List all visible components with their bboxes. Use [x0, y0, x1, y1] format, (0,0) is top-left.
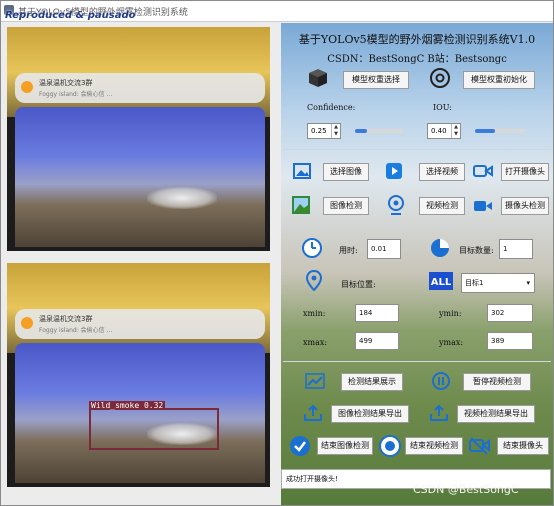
ymax-label: ymax: [439, 338, 464, 347]
chat-app-icon [21, 81, 33, 93]
confidence-label: Confidence: [307, 103, 356, 112]
end-video-detect-button[interactable]: 结束视频检测 [405, 437, 463, 455]
upload-icon [304, 404, 322, 421]
webcam-icon [388, 195, 404, 215]
stop-circle-icon [379, 435, 401, 457]
title-bar: 基于YOLOv5模型的野外烟雾检测识别系统 Reproduced & pausa… [1, 1, 553, 22]
xmax-field[interactable]: 499 [355, 332, 399, 350]
select-image-button[interactable]: 选择图像 [323, 163, 369, 181]
detection-label: Wild_smoke 0.32 [89, 401, 166, 410]
pause-icon [432, 372, 450, 390]
time-field[interactable]: 0.01 [367, 239, 401, 259]
image-detect-button[interactable]: 图像检测 [323, 197, 369, 215]
position-label: 目标位置: [341, 280, 376, 289]
video-frame [15, 107, 265, 247]
divider [283, 227, 551, 228]
select-weights-button[interactable]: 模型权重选择 [343, 71, 409, 89]
image-icon [293, 163, 311, 179]
all-icon: ALL [429, 272, 453, 290]
overlay-watermark: Reproduced & pausado [5, 10, 136, 21]
detection-box [89, 408, 219, 450]
show-results-button[interactable]: 检测结果展示 [341, 373, 403, 391]
init-weights-button[interactable]: 模型权重初始化 [463, 71, 535, 89]
video-file-icon [386, 163, 402, 179]
csdn-credit: CSDN @BestSongC [413, 483, 519, 496]
app-window: 基于YOLOv5模型的野外烟雾检测识别系统 Reproduced & pausa… [0, 0, 554, 506]
phone-notification: 温泉温机交流3群 Foggy island: 会偷心信 ... [15, 309, 265, 339]
video-detect-button[interactable]: 视频检测 [419, 197, 465, 215]
app-title: 基于YOLOv5模型的野外烟雾检测识别系统V1.0 [298, 33, 536, 46]
clock-icon [302, 238, 322, 258]
xmin-field[interactable]: 184 [355, 304, 399, 322]
ymin-label: ymin: [439, 309, 462, 318]
divider [283, 149, 551, 150]
iou-slider-fill [475, 129, 495, 133]
spin-arrows-icon[interactable]: ▲ ▼ [451, 124, 460, 138]
camera-off-icon [469, 437, 490, 455]
line-chart-icon [305, 373, 325, 389]
count-label: 目标数量: [459, 246, 494, 255]
select-video-button[interactable]: 选择视频 [419, 163, 465, 181]
count-field[interactable]: 1 [499, 239, 533, 259]
smoke-plume [147, 187, 217, 209]
video-camera-icon [474, 201, 492, 211]
cube-icon [309, 69, 327, 87]
camera-icon [473, 165, 493, 177]
chevron-down-icon: ▾ [526, 279, 530, 287]
xmax-label: xmax: [303, 338, 328, 347]
ymin-field[interactable]: 302 [487, 304, 533, 322]
control-panel: 基于YOLOv5模型的野外烟雾检测识别系统V1.0 CSDN：BestSongC… [281, 23, 553, 505]
target-select[interactable]: 目标1 ▾ [461, 273, 535, 293]
export-video-results-button[interactable]: 视频检测结果导出 [457, 405, 535, 423]
confidence-slider-fill [355, 129, 367, 133]
image-gallery-icon [292, 196, 310, 214]
iou-label: IOU: [433, 103, 452, 112]
camera-detect-button[interactable]: 摄像头检测 [501, 197, 549, 215]
author-info: CSDN：BestSongC B站：Bestsongc [327, 54, 507, 65]
xmin-label: xmin: [303, 309, 326, 318]
phone-notification: 温泉温机交流3群 Foggy island: 会偷心信 ... [15, 73, 265, 103]
end-image-detect-button[interactable]: 结束图像检测 [317, 437, 373, 455]
confidence-spinbox[interactable]: 0.25 ▲ ▼ [307, 123, 341, 139]
divider [283, 361, 551, 362]
location-pin-icon [305, 270, 323, 292]
ymax-field[interactable]: 389 [487, 332, 533, 350]
gear-icon [430, 68, 450, 88]
time-label: 用时: [339, 246, 358, 255]
open-camera-button[interactable]: 打开摄像头 [501, 163, 549, 181]
chat-app-icon [21, 317, 33, 329]
export-image-results-button[interactable]: 图像检测结果导出 [331, 405, 409, 423]
pie-chart-icon [431, 239, 449, 257]
spin-arrows-icon[interactable]: ▲ ▼ [331, 124, 340, 138]
pause-video-button[interactable]: 暂停视频检测 [463, 373, 531, 391]
original-video-view: 温泉温机交流3群 Foggy island: 会偷心信 ... [7, 27, 270, 251]
upload-icon [430, 404, 448, 421]
svg-text:ALL: ALL [431, 277, 452, 288]
end-camera-button[interactable]: 结束摄像头 [497, 437, 549, 455]
check-circle-icon [290, 436, 310, 456]
iou-spinbox[interactable]: 0.40 ▲ ▼ [427, 123, 461, 139]
iou-slider[interactable] [475, 129, 525, 133]
detection-video-view: 温泉温机交流3群 Foggy island: 会偷心信 ... Wild_smo… [7, 263, 270, 487]
confidence-slider[interactable] [355, 129, 403, 133]
